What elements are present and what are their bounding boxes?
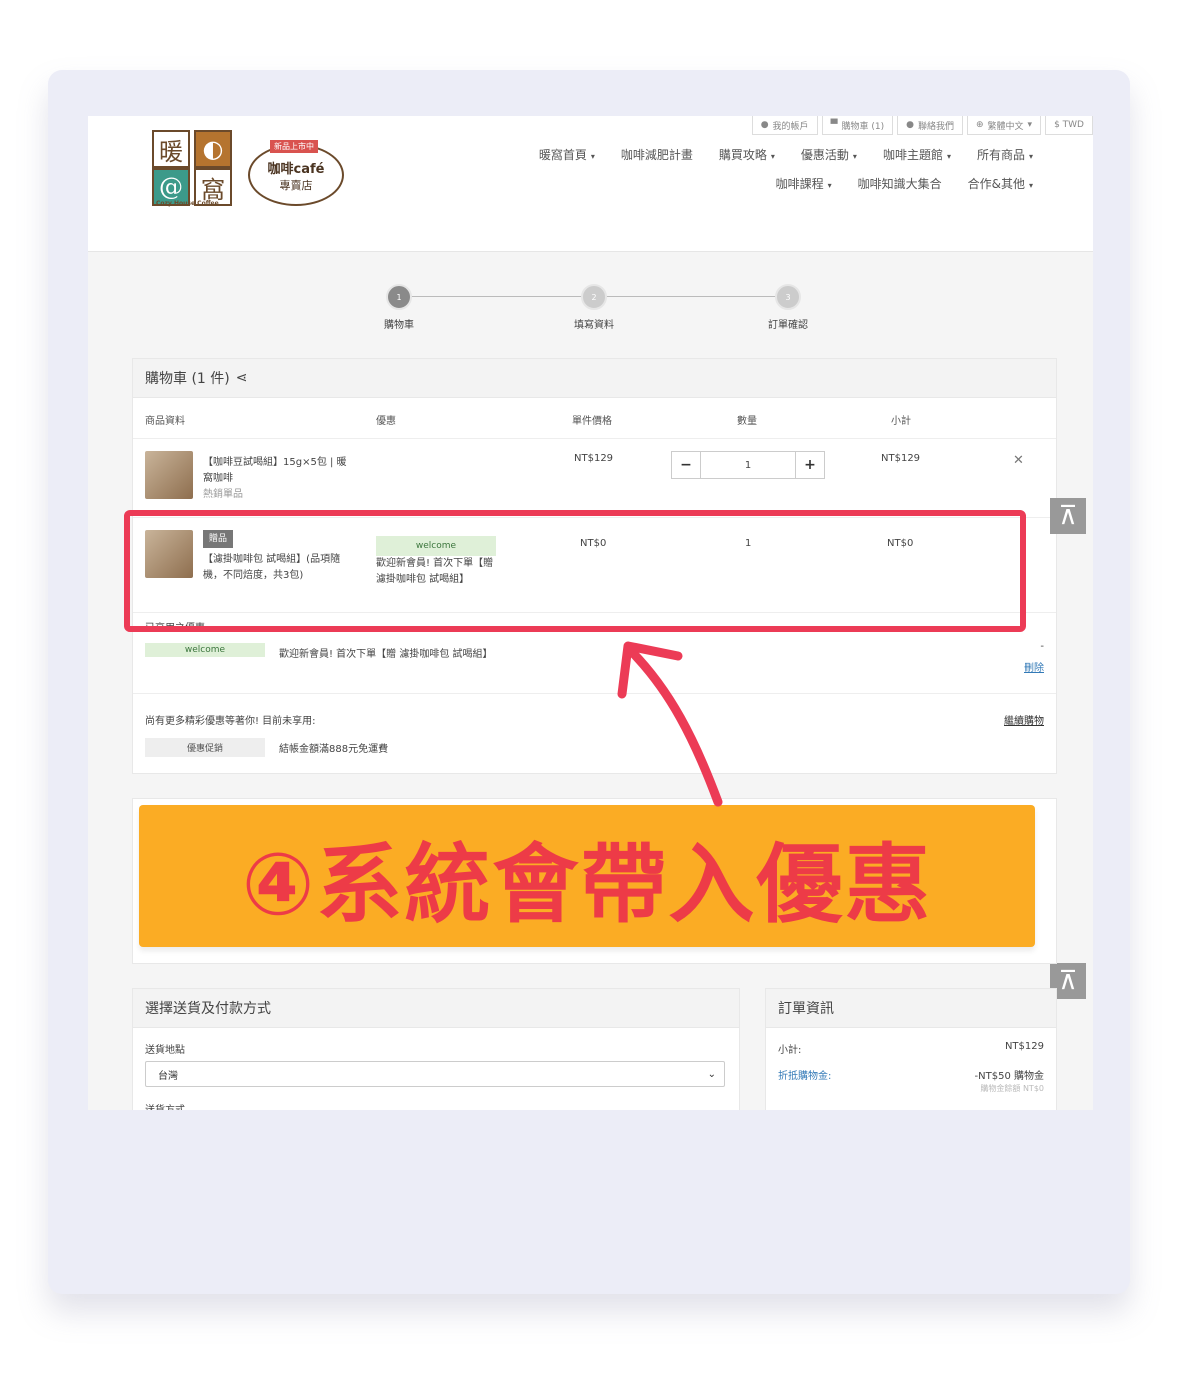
order-info-panel: 訂單資訊 小計: NT$129 折抵購物金: -NT$50 購物金 購物金餘額 … bbox=[765, 988, 1057, 1110]
applied-code-badge: welcome bbox=[145, 643, 265, 657]
logo-brand-en: Cozy House Coffee bbox=[156, 200, 219, 207]
product-thumbnail[interactable] bbox=[145, 451, 193, 499]
new-arrival-tag: 新品上市中 bbox=[270, 140, 318, 153]
product-name[interactable]: 【咖啡豆試喝組】15g×5包 | 暖窩咖啡 bbox=[203, 455, 353, 487]
subtotal-label: 小計: bbox=[778, 1045, 802, 1056]
subtotal: NT$129 bbox=[881, 453, 921, 464]
applied-dash: - bbox=[1040, 641, 1044, 652]
caret-down-icon: ▾ bbox=[770, 152, 775, 161]
continue-shopping-link[interactable]: 繼續購物 bbox=[1004, 712, 1044, 727]
cart-row: 【咖啡豆試喝組】15g×5包 | 暖窩咖啡 熱銷單品 NT$129 − 1 + … bbox=[133, 439, 1056, 518]
region-select[interactable]: 台灣 ⌄ bbox=[145, 1061, 725, 1087]
topbar: ● 我的帳戶 ▀ 購物車 (1) ● 聯絡我們 ⊕ 繁體中文 ▾ $ TWD bbox=[751, 116, 1093, 135]
logo-char-1: 暖 bbox=[152, 130, 190, 168]
nav-partners[interactable]: 合作&其他 ▾ bbox=[968, 175, 1033, 192]
remove-icon[interactable]: ✕ bbox=[1013, 453, 1024, 468]
nav-diet-plan[interactable]: 咖啡減肥計畫 bbox=[621, 146, 693, 163]
globe-icon: ⊕ bbox=[975, 120, 984, 130]
col-discount: 優惠 bbox=[376, 416, 396, 427]
back-to-top-button[interactable]: ⊼ bbox=[1050, 498, 1086, 534]
pointer-arrow-icon bbox=[617, 641, 723, 807]
col-product: 商品資料 bbox=[145, 416, 185, 427]
caret-down-icon: ▾ bbox=[946, 152, 951, 161]
product-tag: 熱銷單品 bbox=[203, 489, 243, 500]
user-icon: ● bbox=[760, 120, 769, 130]
caret-down-icon: ▾ bbox=[1028, 181, 1033, 190]
caret-down-icon: ▾ bbox=[590, 152, 595, 161]
caret-down-icon: ▾ bbox=[827, 181, 832, 190]
caret-down-icon: ▾ bbox=[1028, 152, 1033, 161]
col-unit-price: 單件價格 bbox=[572, 416, 612, 427]
share-icon[interactable]: ⋖ bbox=[236, 370, 248, 386]
promo-badge: 優惠促銷 bbox=[145, 738, 265, 757]
nav-row-2: 咖啡課程 ▾ 咖啡知識大集合 合作&其他 ▾ bbox=[473, 175, 1033, 192]
highlight-box bbox=[124, 510, 1026, 632]
col-subtotal: 小計 bbox=[891, 416, 911, 427]
site-logo[interactable]: 暖 ◐ @ 窩 Cozy House Coffee 咖啡café 專賣店 新品上… bbox=[144, 128, 344, 212]
unit-price: NT$129 bbox=[574, 453, 614, 464]
chat-icon: ● bbox=[906, 120, 914, 130]
quantity-input[interactable]: 1 bbox=[700, 452, 796, 478]
nav-knowledge[interactable]: 咖啡知識大集合 bbox=[858, 175, 942, 192]
caret-down-icon: ▾ bbox=[852, 152, 857, 161]
callout-text: ④系統會帶入優惠 bbox=[241, 834, 933, 935]
cart-link[interactable]: ▀ 購物車 (1) bbox=[821, 116, 894, 135]
nav-home[interactable]: 暖窩首頁 ▾ bbox=[539, 146, 595, 163]
quantity-stepper: − 1 + bbox=[671, 451, 825, 479]
contact-link[interactable]: ● 聯絡我們 bbox=[897, 116, 963, 135]
promo-description: 結帳金額滿888元免運費 bbox=[279, 744, 389, 755]
checkout-steps: 1 購物車 2 填寫資料 3 訂單確認 bbox=[378, 284, 818, 334]
account-link[interactable]: ● 我的帳戶 bbox=[751, 116, 818, 135]
increase-button[interactable]: + bbox=[796, 452, 824, 478]
logo-tiles: 暖 ◐ @ 窩 bbox=[144, 128, 240, 206]
step-confirm: 3 訂單確認 bbox=[748, 284, 828, 331]
callout-banner: ④系統會帶入優惠 bbox=[139, 805, 1035, 947]
credit-value: -NT$50 購物金 bbox=[974, 1071, 1044, 1082]
credit-note: 購物金餘額 NT$0 bbox=[980, 1084, 1044, 1093]
decrease-button[interactable]: − bbox=[672, 452, 700, 478]
nav-row-1: 暖窩首頁 ▾ 咖啡減肥計畫 購買攻略 ▾ 優惠活動 ▾ 咖啡主題館 ▾ 所有商品 ▾ bbox=[473, 146, 1033, 163]
method-label: 送貨方式 bbox=[145, 1101, 185, 1110]
logo-bubble-line2: 專賣店 bbox=[279, 178, 313, 192]
chevron-down-icon: ⌄ bbox=[707, 1068, 716, 1080]
shipping-title: 選擇送貨及付款方式 bbox=[133, 989, 739, 1028]
region-value: 台灣 bbox=[158, 1070, 178, 1082]
region-label: 送貨地點 bbox=[145, 1045, 185, 1056]
coffee-bean-icon: ◐ bbox=[194, 130, 232, 168]
cart-title: 購物車 (1 件) bbox=[145, 371, 230, 387]
nav-coffee-themes[interactable]: 咖啡主題館 ▾ bbox=[883, 146, 951, 163]
nav-promotions[interactable]: 優惠活動 ▾ bbox=[801, 146, 857, 163]
language-selector[interactable]: ⊕ 繁體中文 ▾ bbox=[966, 116, 1042, 135]
more-promotions: 尚有更多精彩優惠等著你! 目前未享用: 繼續購物 優惠促銷 結帳金額滿888元免… bbox=[133, 694, 1056, 770]
step-fill-info: 2 填寫資料 bbox=[554, 284, 634, 331]
cart-icon: ▀ bbox=[830, 120, 838, 130]
nav-buying-guide[interactable]: 購買攻略 ▾ bbox=[719, 146, 775, 163]
credit-label: 折抵購物金: bbox=[778, 1071, 832, 1082]
more-title: 尚有更多精彩優惠等著你! 目前未享用: bbox=[145, 716, 316, 727]
logo-bubble-line1: 咖啡café bbox=[267, 161, 325, 177]
main-nav: 暖窩首頁 ▾ 咖啡減肥計畫 購買攻略 ▾ 優惠活動 ▾ 咖啡主題館 ▾ 所有商品 ▾ 咖啡… bbox=[473, 146, 1033, 204]
caret-icon: ▾ bbox=[1027, 120, 1033, 130]
currency-selector[interactable]: $ TWD bbox=[1045, 116, 1093, 135]
cart-header: 購物車 (1 件) ⋖ bbox=[133, 359, 1056, 398]
step-cart: 1 購物車 bbox=[359, 284, 439, 331]
nav-all-products[interactable]: 所有商品 ▾ bbox=[977, 146, 1033, 163]
site-header: ● 我的帳戶 ▀ 購物車 (1) ● 聯絡我們 ⊕ 繁體中文 ▾ $ TWD 暖 ◐ @ … bbox=[88, 116, 1093, 252]
delete-link[interactable]: 刪除 bbox=[1024, 659, 1044, 674]
shipping-panel: 選擇送貨及付款方式 送貨地點 台灣 ⌄ 送貨方式 bbox=[132, 988, 740, 1110]
order-title: 訂單資訊 bbox=[766, 989, 1056, 1028]
subtotal-value: NT$129 bbox=[1004, 1041, 1044, 1052]
col-quantity: 數量 bbox=[737, 416, 757, 427]
nav-courses[interactable]: 咖啡課程 ▾ bbox=[776, 175, 832, 192]
cart-columns: 商品資料 優惠 單件價格 數量 小計 bbox=[133, 398, 1056, 439]
applied-description: 歡迎新會員! 首次下單【贈 濾掛咖啡包 試喝組】 bbox=[279, 649, 493, 660]
logo-bubble: 咖啡café 專賣店 bbox=[248, 144, 344, 206]
